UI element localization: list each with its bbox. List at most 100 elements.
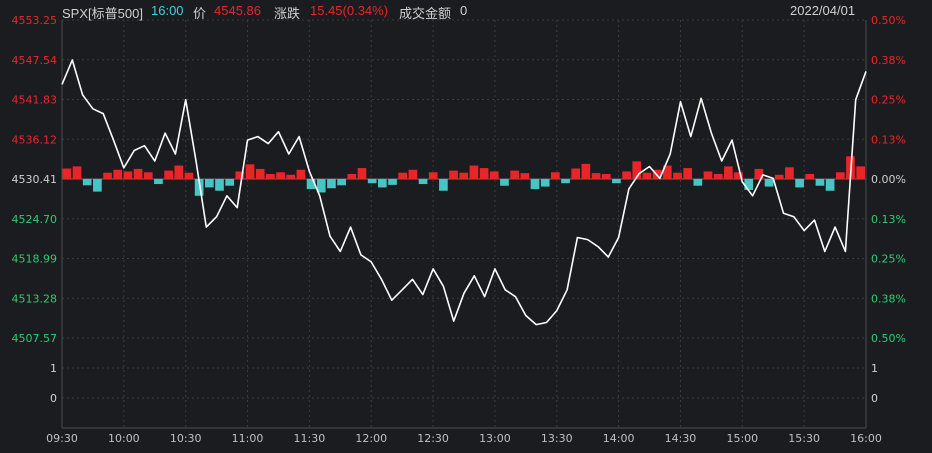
sub-y-tick-right: 1 — [871, 362, 878, 375]
adv-decline-bar — [540, 179, 550, 187]
sub-y-tick-left: 1 — [50, 362, 57, 375]
adv-decline-bar — [357, 168, 367, 179]
y-tick-left: 4536.12 — [12, 133, 58, 146]
x-tick-label: 09:30 — [46, 432, 78, 445]
x-tick-label: 12:30 — [417, 432, 449, 445]
adv-decline-bar — [388, 179, 397, 185]
adv-decline-bar — [774, 174, 784, 179]
sub-y-tick-right: 0 — [871, 392, 878, 405]
adv-decline-bar — [204, 179, 214, 188]
x-tick-label: 15:30 — [788, 432, 820, 445]
adv-decline-bar — [245, 164, 255, 179]
adv-decline-bar — [93, 179, 102, 192]
adv-decline-bar — [82, 179, 92, 186]
y-tick-right: 0.38% — [871, 292, 906, 305]
adv-decline-bar — [673, 172, 682, 179]
y-tick-left: 4541.83 — [12, 94, 58, 107]
adv-decline-bar — [266, 173, 275, 179]
x-tick-label: 11:00 — [232, 432, 264, 445]
adv-decline-bar — [479, 168, 489, 179]
adv-decline-bar — [551, 172, 560, 179]
adv-decline-bar — [428, 172, 438, 179]
adv-decline-bar — [286, 174, 296, 179]
adv-decline-bar — [367, 179, 377, 184]
adv-decline-bar — [164, 170, 173, 179]
adv-decline-bar — [469, 165, 479, 179]
adv-decline-bar — [408, 169, 418, 179]
adv-decline-bar — [622, 171, 631, 179]
y-tick-right: 0.13% — [871, 213, 906, 226]
adv-decline-bar — [143, 172, 153, 179]
adv-decline-bar — [398, 172, 408, 179]
adv-decline-bar — [601, 173, 611, 179]
y-tick-right: 0.38% — [871, 54, 906, 67]
adv-decline-bar — [591, 173, 601, 179]
y-tick-right: 0.00% — [871, 173, 906, 186]
adv-decline-bar — [459, 172, 469, 179]
x-tick-label: 10:00 — [108, 432, 140, 445]
adv-decline-bar — [815, 179, 825, 186]
adv-decline-bar — [510, 170, 519, 179]
adv-decline-bar — [571, 168, 581, 179]
y-tick-left: 4530.41 — [12, 173, 58, 186]
x-tick-label: 11:30 — [294, 432, 326, 445]
x-tick-label: 14:00 — [603, 432, 635, 445]
adv-decline-bar — [612, 179, 621, 184]
adv-decline-bar — [683, 168, 692, 179]
y-tick-right: 0.25% — [871, 94, 906, 107]
y-tick-left: 4547.54 — [12, 54, 58, 67]
sub-y-tick-left: 0 — [50, 392, 57, 405]
adv-decline-bar — [255, 168, 265, 179]
x-tick-label: 12:00 — [355, 432, 387, 445]
adv-decline-bar — [764, 179, 774, 187]
adv-decline-bar — [439, 179, 448, 191]
adv-decline-bar — [785, 167, 794, 179]
adv-decline-bar — [276, 172, 285, 179]
adv-decline-bar — [62, 168, 72, 179]
x-tick-label: 13:30 — [541, 432, 573, 445]
adv-decline-bar — [184, 172, 194, 179]
adv-decline-bar — [805, 173, 815, 179]
adv-decline-bar — [133, 168, 143, 179]
y-tick-left: 4507.57 — [12, 332, 58, 345]
adv-decline-bar — [500, 179, 509, 186]
adv-decline-bar — [520, 173, 530, 179]
adv-decline-bar — [225, 179, 235, 186]
adv-decline-bar — [825, 179, 835, 191]
adv-decline-bar — [418, 179, 428, 185]
advance-decline-bars — [62, 156, 865, 196]
adv-decline-bar — [154, 179, 163, 185]
adv-decline-bar — [296, 169, 306, 179]
adv-decline-bar — [347, 173, 357, 179]
adv-decline-bar — [327, 179, 336, 189]
adv-decline-bar — [856, 166, 865, 179]
y-tick-left: 4518.99 — [12, 253, 58, 266]
adv-decline-bar — [724, 166, 733, 179]
adv-decline-bar — [713, 173, 723, 179]
x-tick-label: 15:00 — [726, 432, 758, 445]
adv-decline-bar — [693, 179, 703, 186]
grid-lines — [61, 19, 867, 429]
adv-decline-bar — [103, 172, 112, 179]
x-tick-label: 10:30 — [170, 432, 202, 445]
adv-decline-bar — [489, 171, 499, 179]
adv-decline-bar — [215, 179, 224, 191]
y-tick-right: 0.13% — [871, 133, 906, 146]
y-tick-left: 4513.28 — [12, 292, 58, 305]
adv-decline-bar — [703, 171, 713, 179]
x-tick-label: 14:30 — [665, 432, 697, 445]
adv-decline-bar — [72, 166, 82, 179]
adv-decline-bar — [835, 172, 845, 179]
y-tick-right: 0.50% — [871, 332, 906, 345]
adv-decline-bar — [530, 179, 540, 190]
adv-decline-bar — [113, 169, 123, 179]
adv-decline-bar — [581, 163, 591, 179]
adv-decline-bar — [449, 170, 458, 179]
intraday-chart[interactable]: 4553.25 4547.54 4541.83 4536.12 4530.41 4524.… — [0, 0, 932, 453]
axis-labels: 4553.25 4547.54 4541.83 4536.12 4530.41 4524.… — [12, 14, 906, 445]
x-tick-label: 16:00 — [850, 432, 882, 445]
adv-decline-bar — [642, 172, 652, 179]
x-tick-label: 13:00 — [479, 432, 511, 445]
y-tick-right: 0.50% — [871, 14, 906, 27]
adv-decline-bar — [377, 179, 387, 188]
